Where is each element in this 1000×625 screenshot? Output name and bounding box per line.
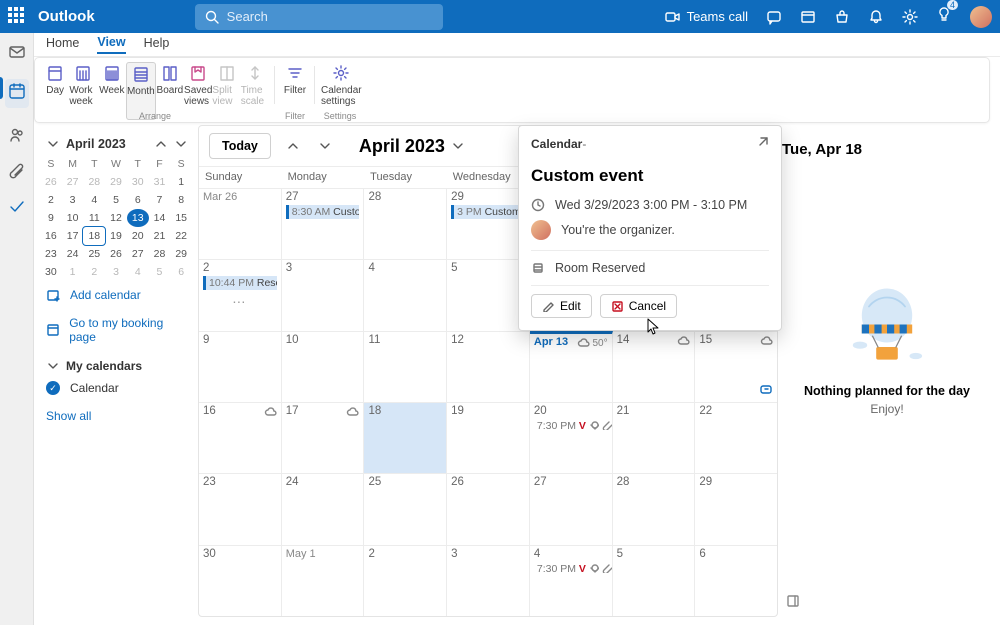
cancel-icon — [611, 300, 623, 312]
event-popup: Calendar - Custom event Wed 3/29/2023 3:… — [518, 125, 782, 331]
ribbon-group-settings-label: Settings — [315, 111, 365, 121]
chat-icon[interactable] — [766, 9, 782, 25]
brand-name: Outlook — [38, 8, 95, 25]
video-icon — [665, 9, 681, 25]
balloon-illustration — [842, 284, 932, 374]
gear-icon[interactable] — [902, 9, 918, 25]
show-all-link[interactable]: Show all — [40, 399, 192, 433]
event-organizer-row: You're the organizer. — [531, 216, 769, 244]
ribbon: Day Work week Week Month Board Saved vie… — [34, 57, 990, 123]
add-calendar-label: Add calendar — [70, 288, 141, 302]
location-icon — [531, 261, 545, 275]
ribbon-group-filter-label: Filter — [275, 111, 315, 121]
event-room-row: Room Reserved — [531, 257, 769, 279]
mini-cal-prev-icon[interactable] — [154, 138, 166, 150]
agenda-empty-title: Nothing planned for the day — [804, 384, 970, 398]
calendar-check-icon — [46, 381, 60, 395]
bell-icon[interactable] — [868, 9, 884, 25]
event-title: Custom event — [531, 166, 769, 186]
app-rail — [0, 33, 34, 625]
cancel-event-button[interactable]: Cancel — [600, 294, 677, 318]
title-bar: Outlook Teams call 4 — [0, 0, 1000, 33]
event-organizer: You're the organizer. — [561, 223, 675, 237]
calendar-icon[interactable] — [8, 82, 26, 100]
app-launcher-icon[interactable] — [8, 7, 28, 27]
booking-page-link[interactable]: Go to my booking page — [40, 309, 192, 351]
calendar-title[interactable]: April 2023 — [359, 136, 463, 157]
cursor-icon — [647, 318, 661, 336]
mail-icon[interactable] — [8, 43, 26, 61]
agenda-empty-subtitle: Enjoy! — [870, 402, 903, 416]
ribbon-tabs: Home View Help — [34, 33, 1000, 57]
expand-popup-button[interactable] — [756, 136, 769, 152]
search-icon — [205, 10, 219, 24]
chevron-down-icon — [451, 140, 463, 152]
bookings-icon — [46, 323, 59, 337]
next-month-button[interactable] — [313, 135, 335, 157]
booking-page-label: Go to my booking page — [69, 316, 186, 344]
calendar-item-label: Calendar — [70, 381, 119, 395]
chevron-down-icon[interactable] — [46, 138, 58, 150]
calendar-item[interactable]: Calendar — [40, 377, 192, 399]
prev-month-button[interactable] — [281, 135, 303, 157]
meet-now-icon[interactable] — [800, 9, 816, 25]
mini-calendar[interactable]: SMTWTFS262728293031123456789101112131415… — [40, 155, 192, 281]
attach-icon[interactable] — [8, 162, 26, 180]
tab-help[interactable]: Help — [144, 36, 170, 53]
chevron-down-icon — [46, 360, 58, 372]
add-calendar-link[interactable]: Add calendar — [40, 281, 192, 309]
agenda-date: Tue, Apr 18 — [780, 125, 864, 174]
edit-event-button[interactable]: Edit — [531, 294, 592, 318]
tab-home[interactable]: Home — [46, 36, 79, 53]
calendar-sidebar: April 2023 SMTWTFS2627282930311234567891… — [36, 125, 196, 625]
mini-cal-month: April 2023 — [66, 137, 126, 151]
clock-icon — [531, 198, 545, 212]
agenda-pane: Tue, Apr 18 Nothing planned for the day … — [780, 125, 994, 617]
event-room: Room Reserved — [555, 261, 645, 275]
tab-view[interactable]: View — [97, 35, 125, 54]
teams-call-link[interactable]: Teams call — [665, 9, 748, 25]
edit-icon — [542, 300, 554, 312]
event-time-row: Wed 3/29/2023 3:00 PM - 3:10 PM — [531, 194, 769, 216]
notification-badge: 4 — [947, 0, 958, 10]
today-button[interactable]: Today — [209, 133, 271, 159]
todo-icon[interactable] — [8, 198, 26, 216]
organizer-avatar — [531, 220, 551, 240]
tips-icon[interactable]: 4 — [936, 6, 952, 27]
ribbon-group-arrange-label: Arrange — [35, 111, 275, 121]
popup-breadcrumb-sep: - — [582, 137, 586, 151]
popup-breadcrumb-calendar: Calendar — [531, 137, 582, 151]
event-time: Wed 3/29/2023 3:00 PM - 3:10 PM — [555, 198, 747, 212]
teams-call-label: Teams call — [687, 9, 748, 24]
store-icon[interactable] — [834, 9, 850, 25]
calendar-plus-icon — [46, 288, 60, 302]
mini-cal-header: April 2023 — [40, 133, 192, 155]
my-calendars-label: My calendars — [66, 359, 142, 373]
mini-cal-next-icon[interactable] — [174, 138, 186, 150]
search-box[interactable] — [195, 4, 443, 30]
search-input[interactable] — [227, 9, 433, 24]
people-icon[interactable] — [8, 126, 26, 144]
agenda-collapse-icon[interactable] — [786, 594, 800, 613]
my-calendars-header[interactable]: My calendars — [40, 351, 192, 377]
account-avatar[interactable] — [970, 6, 992, 28]
